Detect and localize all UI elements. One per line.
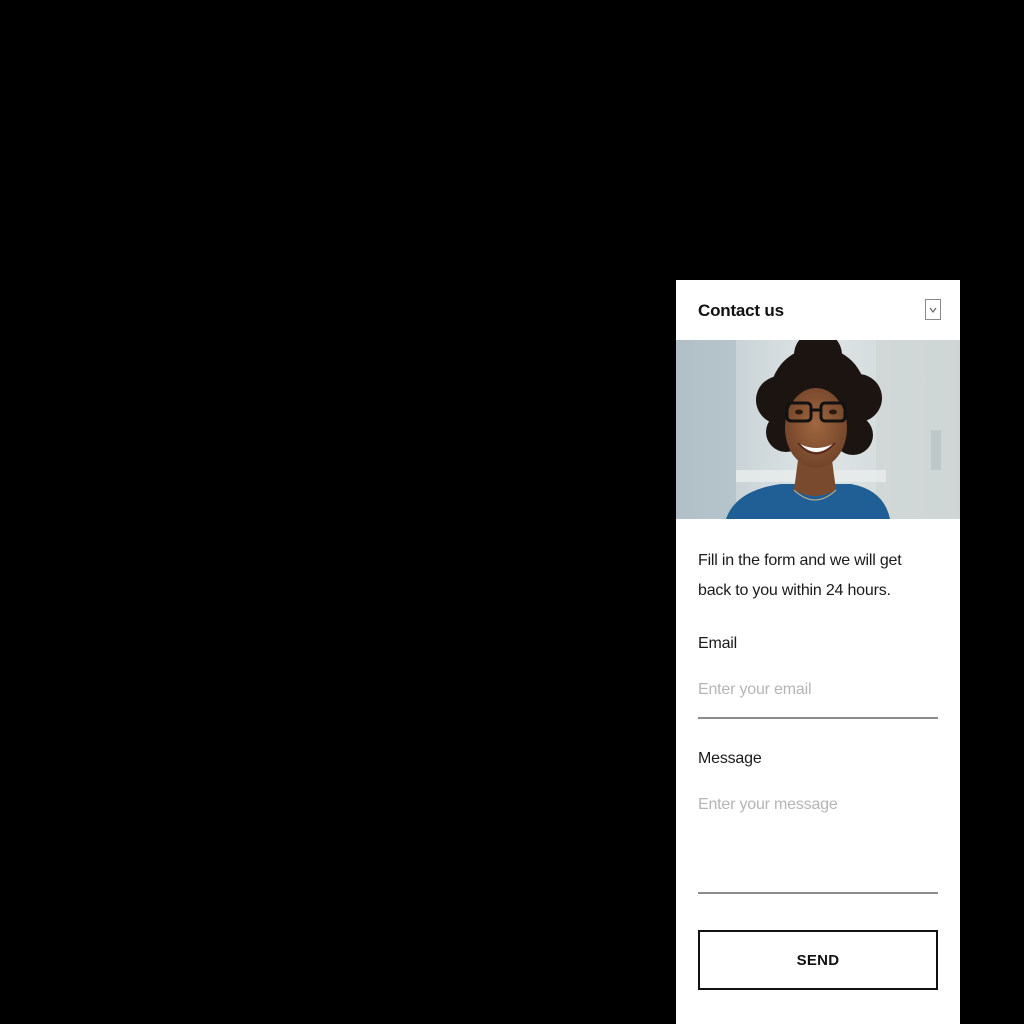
widget-header: Contact us <box>676 280 960 340</box>
contact-widget: Contact us Fill in the form and we will … <box>676 280 960 1024</box>
intro-text: Fill in the form and we will get back to… <box>698 552 902 599</box>
widget-title: Contact us <box>698 301 784 320</box>
message-field[interactable] <box>698 793 938 883</box>
chevron-down-icon <box>929 307 937 313</box>
email-label: Email <box>698 635 738 652</box>
hero-photo <box>676 340 960 519</box>
message-label: Message <box>698 750 762 767</box>
page-background: Contact us Fill in the form and we will … <box>0 0 1024 1024</box>
send-button[interactable]: SEND <box>698 930 938 990</box>
email-underline <box>698 717 938 719</box>
collapse-button[interactable] <box>925 299 941 320</box>
message-underline <box>698 892 938 894</box>
email-field[interactable] <box>698 678 938 702</box>
